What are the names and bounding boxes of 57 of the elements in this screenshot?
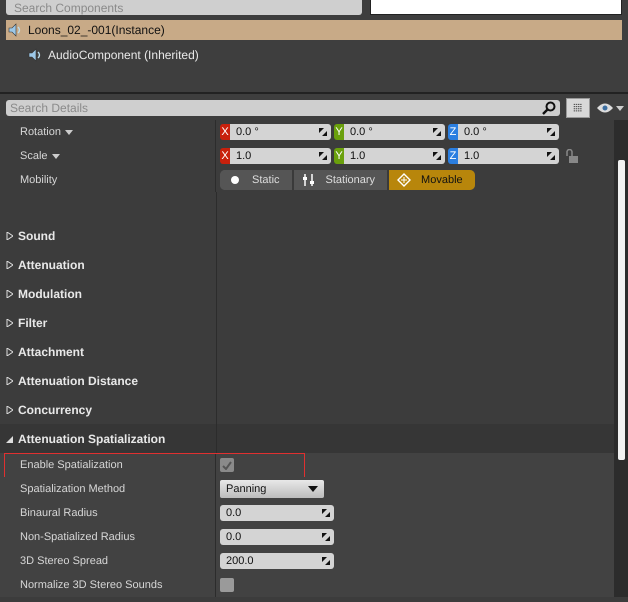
dropdown[interactable]: Panning — [220, 480, 324, 498]
field-value: 0.0 ° — [464, 126, 487, 138]
search-field[interactable]: Search Details — [6, 100, 560, 116]
number-field[interactable]: 0.0 ° — [230, 124, 331, 140]
axis-label: Z — [448, 124, 458, 140]
property-label: Non-Spatialized Radius — [20, 531, 135, 543]
field-value: 1.0 — [350, 150, 366, 162]
mobility-option[interactable]: Static — [220, 170, 294, 190]
category-header[interactable]: Attachment — [0, 337, 217, 366]
number-field[interactable]: 200.0 — [220, 553, 334, 569]
property-label: Normalize 3D Stereo Sounds — [20, 579, 162, 591]
property-label: Scale — [20, 150, 48, 162]
number-field[interactable]: 0.0 — [220, 529, 334, 545]
category-header[interactable]: Attenuation Distance — [0, 366, 217, 395]
number-field[interactable]: 1.0 — [458, 148, 559, 164]
field-value: 0.0 — [226, 507, 242, 519]
category-label: Modulation — [18, 286, 82, 300]
axis-label: X — [220, 148, 230, 164]
category-header[interactable]: Modulation — [0, 279, 217, 308]
axis-label: Z — [448, 148, 458, 164]
field-value: 0.0 — [226, 531, 242, 543]
category-label: Attachment — [18, 344, 84, 358]
category-label: Attenuation Distance — [18, 374, 138, 388]
search-field[interactable]: Search Components — [6, 0, 362, 15]
category-label: Attenuation — [18, 258, 85, 272]
category-label: Sound — [18, 228, 56, 242]
field-value: 1.0 — [464, 150, 480, 162]
field-value: 0.0 ° — [236, 126, 259, 138]
property-label: Spatialization Method — [20, 483, 126, 495]
category-label: Concurrency — [18, 402, 92, 416]
number-field[interactable]: 0.0 ° — [458, 124, 559, 140]
axis-label: Y — [334, 124, 344, 140]
axis-label: X — [220, 124, 230, 140]
number-field[interactable]: 0.0 ° — [344, 124, 445, 140]
category-header[interactable]: Sound — [0, 221, 217, 250]
field-value: 1.0 — [236, 150, 252, 162]
category-label: Attenuation Spatialization — [18, 432, 166, 446]
number-field[interactable]: 1.0 — [230, 148, 331, 164]
property-label: 3D Stereo Spread — [20, 555, 108, 567]
property-label: Mobility — [20, 174, 58, 186]
item-label: AudioComponent (Inherited) — [48, 48, 199, 62]
field-value: 200.0 — [226, 555, 254, 567]
tree-item[interactable]: AudioComponent (Inherited) — [26, 45, 622, 65]
item-label: Loons_02_-001(Instance) — [28, 23, 165, 37]
number-field[interactable]: 0.0 — [220, 505, 334, 521]
mobility-option[interactable]: Stationary — [294, 170, 390, 190]
field-value: 0.0 ° — [350, 126, 373, 138]
property-label: Binaural Radius — [20, 507, 98, 519]
property-label: Rotation — [20, 126, 61, 138]
tree-item[interactable]: Loons_02_-001(Instance) — [6, 20, 622, 40]
mobility-option[interactable]: Movable — [389, 170, 475, 190]
number-field[interactable]: 1.0 — [344, 148, 445, 164]
category-header[interactable]: Filter — [0, 308, 217, 337]
axis-label: Y — [334, 148, 344, 164]
category-header[interactable]: Attenuation — [0, 250, 217, 279]
category-label: Filter — [18, 316, 48, 330]
property-label: Enable Spatialization — [20, 459, 123, 471]
